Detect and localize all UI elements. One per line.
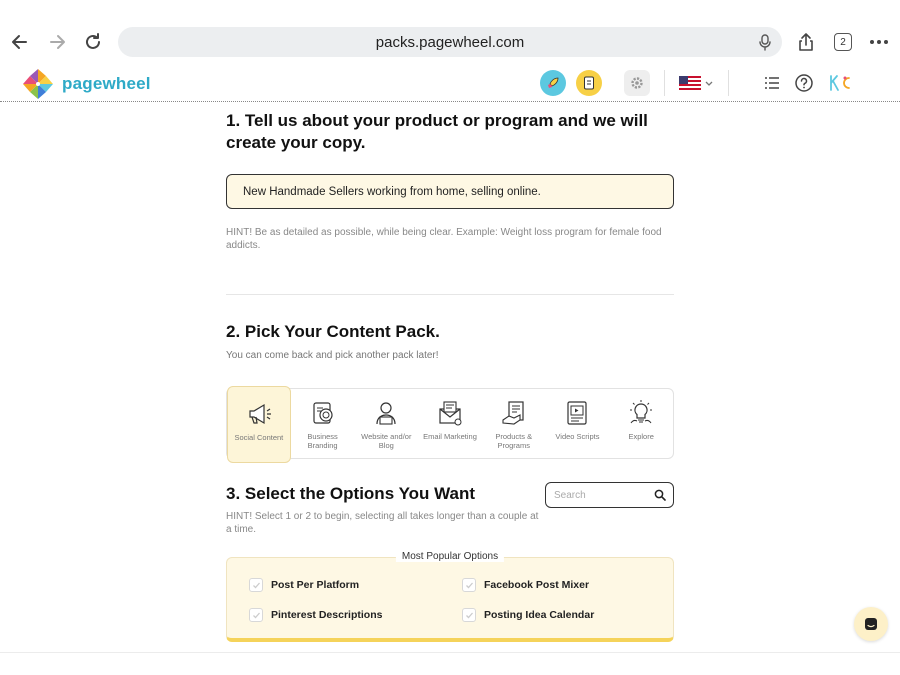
website-icon xyxy=(376,402,396,425)
arrow-right-icon xyxy=(50,35,65,49)
option-checkbox[interactable] xyxy=(249,578,263,592)
pack-label: Products & Programs xyxy=(495,432,533,450)
browser-toolbar: packs.pagewheel.com 2 xyxy=(0,0,900,64)
chat-icon xyxy=(865,618,877,630)
chevron-down-icon xyxy=(705,81,712,86)
option-label: Posting Idea Calendar xyxy=(484,609,595,621)
list-button[interactable] xyxy=(759,70,785,96)
option-checkbox[interactable] xyxy=(462,578,476,592)
option-checkbox[interactable] xyxy=(462,608,476,622)
search-icon[interactable] xyxy=(654,489,666,501)
option-posting-idea-calendar[interactable]: Posting Idea Calendar xyxy=(462,608,594,622)
document-button[interactable] xyxy=(576,70,602,96)
option-facebook-post-mixer[interactable]: Facebook Post Mixer xyxy=(462,578,589,592)
option-pinterest-descriptions[interactable]: Pinterest Descriptions xyxy=(249,608,382,622)
megaphone-icon xyxy=(249,403,271,425)
video-icon xyxy=(567,401,588,425)
pack-label: Business Branding xyxy=(307,432,338,450)
pack-label: Video Scripts xyxy=(555,432,600,441)
option-post-per-platform[interactable]: Post Per Platform xyxy=(249,578,359,592)
list-icon xyxy=(765,77,779,89)
popular-options-panel: Most Popular Options Post Per Platform F… xyxy=(226,551,674,642)
options-search-box xyxy=(545,482,674,508)
language-selector[interactable] xyxy=(676,70,716,96)
help-icon xyxy=(795,74,813,92)
product-description-input[interactable] xyxy=(226,174,674,209)
gear-icon xyxy=(631,77,643,89)
tab-switcher-button[interactable]: 2 xyxy=(834,33,852,51)
step3-heading: 3. Select the Options You Want xyxy=(226,484,476,503)
pack-explore[interactable]: Explore xyxy=(609,389,673,458)
header-divider xyxy=(664,70,665,96)
step1-heading: 1. Tell us about your product or program… xyxy=(226,111,648,152)
options-panel-title: Most Popular Options xyxy=(395,551,505,562)
option-label: Facebook Post Mixer xyxy=(484,579,590,591)
pack-label: Website and/or Blog xyxy=(361,432,412,450)
logo-text: pagewheel xyxy=(62,74,151,93)
pack-label: Email Marketing xyxy=(423,432,477,441)
url-text: packs.pagewheel.com xyxy=(375,33,525,51)
step2-subtitle: You can come back and pick another pack … xyxy=(226,350,439,361)
check-icon xyxy=(252,612,260,618)
arrow-left-icon xyxy=(12,35,27,49)
chat-launcher-button[interactable] xyxy=(854,607,888,641)
document-icon xyxy=(584,76,594,90)
rocket-button[interactable] xyxy=(540,70,566,96)
forward-button[interactable] xyxy=(43,28,71,56)
pinwheel-logo-icon xyxy=(23,69,53,99)
settings-button[interactable] xyxy=(624,70,650,96)
section-divider xyxy=(226,294,674,295)
reload-button[interactable] xyxy=(79,28,107,56)
step1-hint: HINT! Be as detailed as possible, while … xyxy=(226,227,662,251)
lightbulb-icon xyxy=(630,400,653,424)
avatar[interactable] xyxy=(828,70,854,96)
microphone-icon[interactable] xyxy=(756,33,774,51)
us-flag-icon xyxy=(678,76,701,90)
logo[interactable]: pagewheel xyxy=(20,66,151,102)
bottom-divider xyxy=(0,652,900,653)
back-button[interactable] xyxy=(6,28,34,56)
email-icon xyxy=(439,401,462,426)
option-checkbox[interactable] xyxy=(249,608,263,622)
more-dots-icon xyxy=(870,40,888,44)
options-search-input[interactable] xyxy=(554,487,650,503)
step3-hint: HINT! Select 1 or 2 to begin, selecting … xyxy=(226,511,539,535)
check-icon xyxy=(465,612,473,618)
pack-website-blog[interactable]: Website and/or Blog xyxy=(354,389,418,458)
pack-video-scripts[interactable]: Video Scripts xyxy=(546,389,610,458)
share-icon xyxy=(799,33,813,51)
pack-label: Social Content xyxy=(234,433,284,442)
reload-icon xyxy=(86,33,100,49)
pack-products-programs[interactable]: Products & Programs xyxy=(482,389,546,458)
branding-icon xyxy=(312,402,333,424)
products-icon xyxy=(502,401,524,425)
option-label: Pinterest Descriptions xyxy=(271,609,383,621)
option-label: Post Per Platform xyxy=(271,579,360,591)
pack-label: Explore xyxy=(628,432,654,441)
check-icon xyxy=(465,582,473,588)
rocket-icon xyxy=(548,77,559,88)
address-bar[interactable]: packs.pagewheel.com xyxy=(118,27,782,57)
help-button[interactable] xyxy=(791,70,817,96)
avatar-kc-icon xyxy=(830,75,850,91)
share-button[interactable] xyxy=(792,28,820,56)
check-icon xyxy=(252,582,260,588)
pack-email-marketing[interactable]: Email Marketing xyxy=(418,389,482,458)
pack-social-content[interactable]: Social Content xyxy=(227,386,291,463)
more-menu-button[interactable] xyxy=(865,28,893,56)
app-header: pagewheel xyxy=(0,64,900,102)
header-divider xyxy=(728,70,729,96)
step2-heading: 2. Pick Your Content Pack. xyxy=(226,322,440,341)
content-pack-selector: Social Content Business Branding Website… xyxy=(226,386,674,463)
pack-business-branding[interactable]: Business Branding xyxy=(291,389,355,458)
